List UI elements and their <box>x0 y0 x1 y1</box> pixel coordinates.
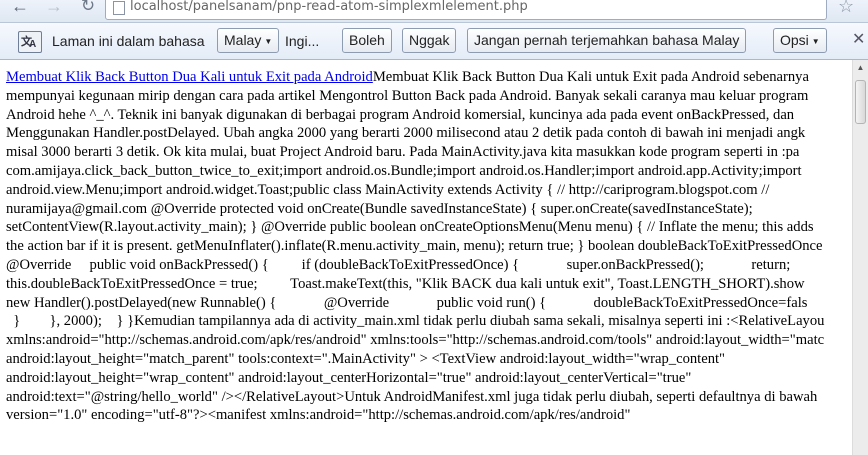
article-body: Membuat Klik Back Button Dua Kali untuk … <box>0 60 852 425</box>
star-icon[interactable]: ☆ <box>838 0 854 17</box>
back-arrow-icon[interactable]: ← <box>8 0 32 17</box>
article-line: misal 3000 berarti 3 detik. Ok kita mula… <box>6 144 800 161</box>
chevron-down-icon: ▼ <box>264 36 273 46</box>
article-line: version="1.0" encoding="utf-8"?><manifes… <box>6 407 631 424</box>
browser-toolbar: ← → ↻ localhost/panelsanam/pnp-read-atom… <box>0 0 868 23</box>
article-line: Membuat Klik Back Button Dua Kali untuk … <box>372 69 809 85</box>
address-bar[interactable]: localhost/panelsanam/pnp-read-atom-simpl… <box>105 0 827 20</box>
article-first-line: Membuat Klik Back Button Dua Kali untuk … <box>6 68 852 87</box>
article-line: android:layout_height="match_parent" too… <box>6 350 725 367</box>
never-translate-button[interactable]: Jangan pernah terjemahkan bahasa Malay <box>467 28 747 53</box>
article-line: @Override public void onBackPressed() { … <box>6 256 791 273</box>
translate-no-button[interactable]: Nggak <box>402 28 457 53</box>
article-line: the action bar if it is present. getMenu… <box>6 238 823 255</box>
target-language-text: Ingi... <box>285 33 320 49</box>
options-label: Opsi <box>780 32 809 48</box>
article-line: Menggunakan Handler.postDelayed. Ubah an… <box>6 125 806 142</box>
forward-arrow-icon[interactable]: → <box>42 0 66 17</box>
article-line: nuramijaya@gmail.com @Override protected… <box>6 200 753 217</box>
article-line: Android hehe ^_^. Teknik ini banyak digu… <box>6 106 795 123</box>
translate-yes-button[interactable]: Boleh <box>342 28 392 53</box>
reload-icon[interactable]: ↻ <box>76 0 100 17</box>
url-text[interactable]: localhost/panelsanam/pnp-read-atom-simpl… <box>130 0 528 14</box>
chevron-down-icon: ▼ <box>811 36 820 46</box>
article-line: android:text="@string/hello_world" /></R… <box>6 388 818 405</box>
article-line: } }, 2000); } }Kemudian tampilannya ada … <box>6 313 825 330</box>
article-line: new Handler().postDelayed(new Runnable()… <box>6 294 808 311</box>
article-line: android:layout_height="wrap_content" and… <box>6 369 692 386</box>
article-line: com.amijaya.click_back_button_twice_to_e… <box>6 162 802 179</box>
article-line: mempunyai kegunaan mirip dengan cara pad… <box>6 87 809 104</box>
article-line: setContentView(R.layout.activity_main); … <box>6 219 814 236</box>
translate-icon: 文A <box>18 31 42 53</box>
options-button[interactable]: Opsi ▼ <box>773 28 827 53</box>
scrollbar-thumb[interactable] <box>855 80 866 124</box>
page-icon <box>113 1 125 15</box>
scroll-up-icon[interactable]: ▲ <box>853 60 868 76</box>
translate-message: Laman ini dalam bahasa <box>52 33 205 49</box>
close-icon[interactable]: ✕ <box>852 29 865 49</box>
source-language-label: Malay <box>224 32 262 48</box>
source-language-select[interactable]: Malay ▼ <box>217 28 280 53</box>
article-line: this.doubleBackToExitPressedOnce = true;… <box>6 275 805 292</box>
vertical-scrollbar[interactable]: ▲ <box>852 60 868 455</box>
translate-infobar: 文A Laman ini dalam bahasa Malay ▼ Ingi...… <box>0 23 868 60</box>
article-line: xmlns:android="http://schemas.android.co… <box>6 332 825 349</box>
article-title-link[interactable]: Membuat Klik Back Button Dua Kali untuk … <box>6 69 373 85</box>
page-content: Membuat Klik Back Button Dua Kali untuk … <box>0 60 852 455</box>
article-line: android.view.Menu;import android.widget.… <box>6 181 770 198</box>
